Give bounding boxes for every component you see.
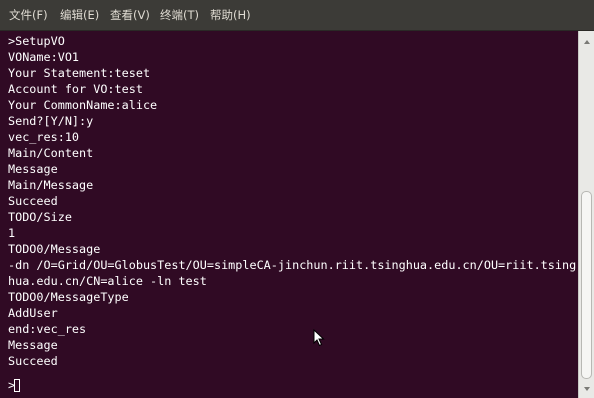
- terminal-line: TODO/Size: [8, 210, 72, 224]
- menu-edit[interactable]: 编辑(E): [60, 0, 99, 30]
- text-cursor: [14, 379, 20, 392]
- terminal-window: 文件(F) 编辑(E) 查看(V) 终端(T) 帮助(H) >SetupVO V…: [0, 0, 594, 398]
- terminal-line: -dn /O=Grid/OU=GlobusTest/OU=simpleCA-ji…: [8, 258, 577, 272]
- terminal-line: VOName:VO1: [8, 50, 80, 64]
- terminal-line: Succeed: [8, 194, 58, 208]
- menu-file[interactable]: 文件(F): [9, 0, 48, 30]
- terminal-line: Your Statement:teset: [8, 66, 151, 80]
- scroll-down-arrow-icon[interactable]: [582, 384, 592, 394]
- terminal-line: Succeed: [8, 354, 58, 368]
- menu-view[interactable]: 查看(V): [110, 0, 150, 30]
- menu-bar: 文件(F) 编辑(E) 查看(V) 终端(T) 帮助(H): [0, 0, 594, 31]
- terminal-line: Main/Content: [8, 146, 94, 160]
- menu-terminal[interactable]: 终端(T): [160, 0, 199, 30]
- scrollbar-thumb[interactable]: [581, 191, 592, 379]
- terminal-line: TODO0/Message: [8, 242, 101, 256]
- menu-help[interactable]: 帮助(H): [210, 0, 251, 30]
- scroll-up-arrow-icon[interactable]: [582, 37, 592, 47]
- terminal-line: Send?[Y/N]:y: [8, 114, 94, 128]
- vertical-scrollbar[interactable]: [578, 31, 594, 398]
- terminal-line: Main/Message: [8, 178, 94, 192]
- terminal-line: Account for VO:test: [8, 82, 143, 96]
- terminal-line: TODO0/MessageType: [8, 290, 129, 304]
- terminal-line: 1: [8, 226, 16, 240]
- terminal-line: end:vec_res: [8, 322, 87, 336]
- terminal-output[interactable]: >SetupVO VOName:VO1 Your Statement:teset…: [0, 31, 578, 398]
- terminal-line: hua.edu.cn/CN=alice -ln test: [8, 274, 207, 288]
- terminal-line: Your CommonName:alice: [8, 98, 158, 112]
- terminal-line: Message: [8, 162, 58, 176]
- terminal-line: vec_res:10: [8, 130, 80, 144]
- terminal-line: >SetupVO: [8, 34, 65, 48]
- terminal-line: Message: [8, 338, 58, 352]
- terminal-line: AddUser: [8, 306, 58, 320]
- mouse-pointer-icon: [313, 329, 325, 347]
